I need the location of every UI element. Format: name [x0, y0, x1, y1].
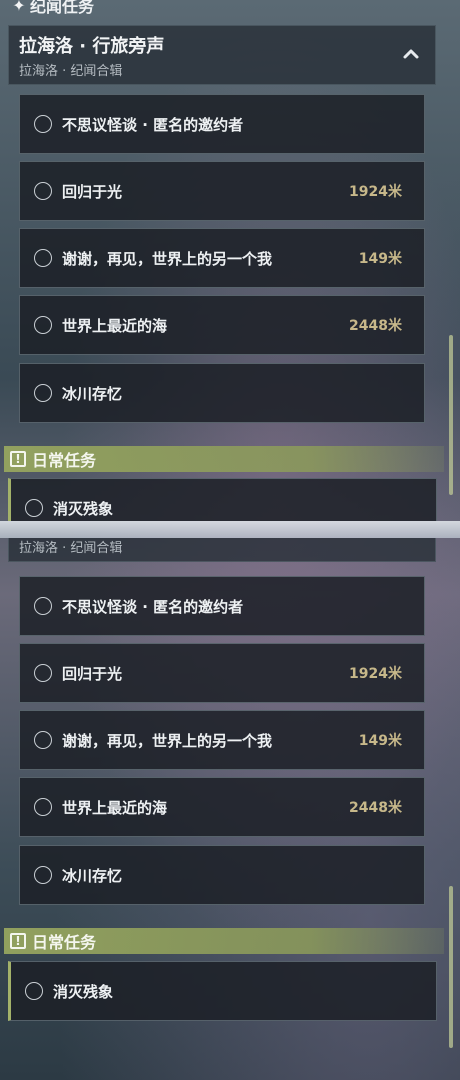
quest-status-circle	[34, 249, 52, 267]
quest-panel-bottom: 拉海洛 · 行旅旁声 拉海洛 · 纪闻合辑 不思议怪谈 · 匿名的邀约者 回归于…	[0, 538, 460, 1080]
quest-name: 冰川存忆	[62, 384, 123, 403]
exclamation-icon: !	[10, 933, 26, 949]
group-subtitle: 拉海洛 · 纪闻合辑	[19, 64, 123, 79]
quest-name: 回归于光	[62, 664, 123, 683]
quest-name: 不思议怪谈 · 匿名的邀约者	[62, 597, 244, 616]
quest-status-circle	[34, 384, 52, 402]
quest-name: 不思议怪谈 · 匿名的邀约者	[62, 115, 244, 134]
quest-panel-top: ✦ 纪闻任务 拉海洛 · 行旅旁声 拉海洛 · 纪闻合辑 不思议怪谈 · 匿名的…	[0, 0, 460, 521]
quest-item[interactable]: 世界上最近的海 2448米	[19, 777, 425, 837]
exclamation-icon: !	[10, 451, 26, 467]
quest-name: 消灭残象	[53, 499, 114, 518]
quest-item[interactable]: 冰川存忆	[19, 363, 425, 423]
quest-status-circle	[25, 499, 43, 517]
quest-name: 谢谢，再见，世界上的另一个我	[62, 249, 273, 268]
group-title: 拉海洛 · 行旅旁声	[19, 36, 165, 57]
chevron-up-icon[interactable]	[401, 538, 421, 541]
quest-status-circle	[34, 731, 52, 749]
quest-item[interactable]: 世界上最近的海 2448米	[19, 295, 425, 355]
quest-name: 世界上最近的海	[62, 316, 168, 335]
quest-item[interactable]: 不思议怪谈 · 匿名的邀约者	[19, 576, 425, 636]
quest-item[interactable]: 谢谢，再见，世界上的另一个我 149米	[19, 710, 425, 770]
quest-group-header[interactable]: 拉海洛 · 行旅旁声 拉海洛 · 纪闻合辑	[8, 538, 436, 562]
chevron-up-icon[interactable]	[401, 44, 421, 64]
quest-distance: 2448米	[349, 318, 402, 334]
quest-item[interactable]: 回归于光 1924米	[19, 161, 425, 221]
quest-status-circle	[34, 664, 52, 682]
quest-group-header[interactable]: 拉海洛 · 行旅旁声 拉海洛 · 纪闻合辑	[8, 25, 436, 85]
quest-status-circle	[34, 866, 52, 884]
daily-quest-item[interactable]: 消灭残象	[8, 961, 437, 1021]
scrollbar[interactable]	[449, 886, 453, 1048]
quest-status-circle	[34, 316, 52, 334]
quest-distance: 1924米	[349, 666, 402, 682]
quest-status-circle	[25, 982, 43, 1000]
quest-name: 消灭残象	[53, 982, 114, 1001]
quest-item[interactable]: 谢谢，再见，世界上的另一个我 149米	[19, 228, 425, 288]
divider	[0, 521, 460, 538]
quest-name: 世界上最近的海	[62, 798, 168, 817]
daily-section-title: 日常任务	[32, 451, 97, 470]
story-section-title: 纪闻任务	[30, 0, 95, 16]
daily-section-title: 日常任务	[32, 933, 97, 952]
quest-distance: 1924米	[349, 184, 402, 200]
quest-distance: 149米	[358, 251, 402, 267]
quest-status-circle	[34, 597, 52, 615]
quest-item[interactable]: 回归于光 1924米	[19, 643, 425, 703]
group-subtitle: 拉海洛 · 纪闻合辑	[19, 541, 123, 556]
quest-name: 回归于光	[62, 182, 123, 201]
quest-item[interactable]: 不思议怪谈 · 匿名的邀约者	[19, 94, 425, 154]
quest-status-circle	[34, 798, 52, 816]
daily-section-header: ! 日常任务	[4, 446, 444, 472]
sparkle-icon: ✦	[12, 0, 26, 15]
quest-name: 冰川存忆	[62, 866, 123, 885]
story-section-header: ✦ 纪闻任务	[8, 0, 460, 18]
scrollbar[interactable]	[449, 335, 453, 495]
quest-distance: 2448米	[349, 800, 402, 816]
daily-quest-item[interactable]: 消灭残象	[8, 478, 437, 521]
quest-item[interactable]: 冰川存忆	[19, 845, 425, 905]
quest-status-circle	[34, 182, 52, 200]
quest-name: 谢谢，再见，世界上的另一个我	[62, 731, 273, 750]
daily-section-header: ! 日常任务	[4, 928, 444, 954]
quest-status-circle	[34, 115, 52, 133]
quest-distance: 149米	[358, 733, 402, 749]
